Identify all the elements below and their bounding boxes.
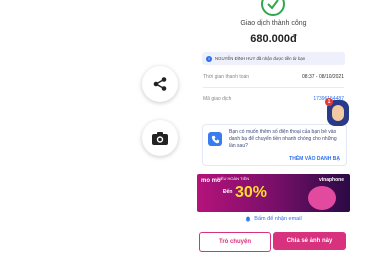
chat-button[interactable]: Trò chuyện: [199, 232, 271, 252]
receive-email-text: Bấm để nhận email: [254, 216, 302, 222]
add-contact-text: Bạn có muốn thêm số điện thoại của bạn b…: [229, 129, 337, 149]
camera-button[interactable]: [142, 120, 178, 156]
add-contact-card: Bạn có muốn thêm số điện thoại của bạn b…: [202, 124, 347, 166]
payment-time-row: Thời gian thanh toán 08:37 - 08/10/2021: [203, 74, 344, 80]
payment-time-value: 08:37 - 08/10/2021: [302, 74, 344, 80]
transaction-code-row: Mã giao dịch 17396154487: [203, 96, 344, 102]
promo-percent: 30%: [235, 184, 268, 201]
info-icon: i: [206, 55, 212, 62]
recipient-notice-text: NGUYỄN ĐÌNH HUY đã nhận được tiền từ bạn: [215, 56, 306, 61]
phone-icon: [208, 132, 222, 146]
chat-unread-badge: 1: [325, 98, 333, 106]
bell-icon: [245, 216, 251, 222]
avatar-face: [332, 105, 344, 121]
recipient-notice: i NGUYỄN ĐÌNH HUY đã nhận được tiền từ b…: [202, 52, 345, 65]
promo-banner[interactable]: mo mo SIÊU HOÀN TIỀN Đến 30% vinaphone: [197, 174, 350, 212]
transaction-receipt: Giao dịch thành công 680.000đ i NGUYỄN Đ…: [197, 0, 350, 257]
promo-headline: SIÊU HOÀN TIỀN: [217, 176, 250, 181]
success-check-icon: [261, 0, 285, 16]
add-to-contacts-link[interactable]: THÊM VÀO DANH BẠ: [289, 156, 340, 162]
camera-icon: [152, 132, 168, 145]
share-photo-button[interactable]: Chia sẻ ảnh này: [273, 232, 346, 250]
promo-percent-prefix: Đến: [223, 189, 233, 195]
receive-email-link[interactable]: Bấm để nhận email: [197, 216, 350, 222]
share-button[interactable]: [142, 66, 178, 102]
divider: [203, 87, 344, 88]
payment-time-label: Thời gian thanh toán: [203, 74, 250, 80]
share-icon: [153, 77, 167, 91]
transaction-code-label: Mã giao dịch: [203, 96, 232, 102]
transaction-amount: 680.000đ: [250, 33, 297, 45]
vinaphone-logo: vinaphone: [318, 177, 344, 183]
transaction-status-title: Giao dịch thành công: [240, 20, 307, 27]
promo-art: [308, 186, 336, 210]
